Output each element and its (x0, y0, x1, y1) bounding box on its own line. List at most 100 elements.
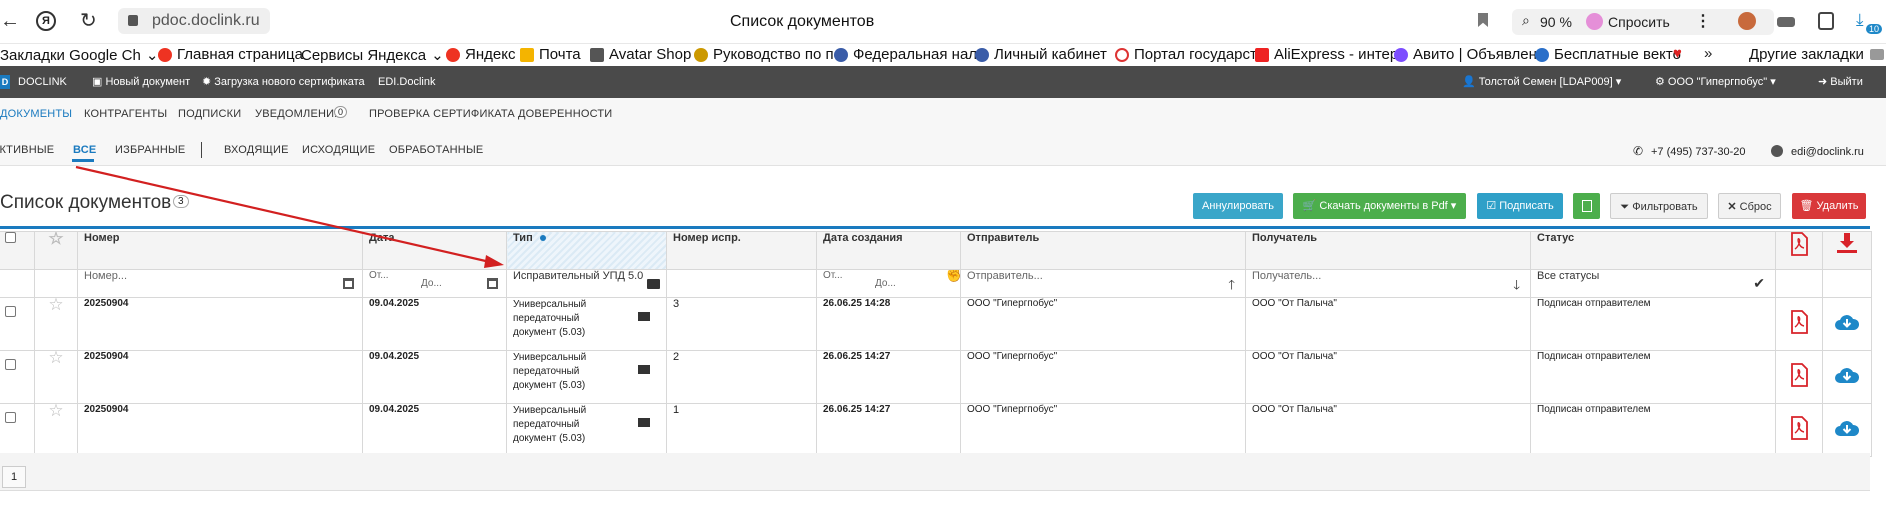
export-excel-button[interactable] (1573, 193, 1600, 219)
extension-icon[interactable] (1738, 12, 1756, 30)
app-logo[interactable]: DOCLINK (18, 66, 67, 98)
extension-icon[interactable] (1818, 12, 1834, 30)
table-row[interactable]: ☆ 20250904 09.04.2025 Универсальный перед… (0, 297, 1872, 351)
select-all-checkbox[interactable] (5, 232, 16, 243)
tab-notifications[interactable]: УВЕДОМЛЕНИЯ (255, 108, 342, 120)
download-all-icon[interactable] (1836, 232, 1858, 254)
table-row[interactable]: ☆ 20250904 09.04.2025 Универсальный перед… (0, 403, 1872, 457)
bookmark-item[interactable]: Яндекс (446, 46, 515, 63)
reset-button[interactable]: ✕ Сброс (1718, 193, 1781, 219)
star-icon[interactable]: ☆ (48, 352, 63, 368)
sender-filter[interactable]: Отправитель... 🡑 (960, 269, 1246, 298)
arrow-down-icon[interactable]: 🡓 (1513, 276, 1520, 297)
new-document-link[interactable]: ▣ Новый документ (92, 66, 190, 98)
header-created-date[interactable]: Дата создания (816, 231, 961, 270)
header-type[interactable]: Тип (506, 231, 667, 270)
filter-button[interactable]: ⏷ Фильтровать (1610, 193, 1708, 219)
bookmark-item[interactable]: Avatar Shop (590, 46, 691, 63)
calendar-icon[interactable] (343, 278, 354, 289)
bookmark-item[interactable]: Руководство по п (694, 46, 834, 63)
header-date[interactable]: Дата (362, 231, 507, 270)
address-bar[interactable]: pdoc.doclink.ru (118, 8, 270, 34)
subtab-active[interactable]: АКТИВНЫЕ (0, 144, 54, 156)
tab-powers-of-attorney[interactable]: ДОВЕРЕННОСТИ (518, 108, 612, 120)
cloud-download-icon[interactable] (1834, 312, 1860, 332)
header-sender[interactable]: Отправитель (960, 231, 1246, 270)
bookmark-item[interactable]: AliExpress - интер (1255, 46, 1398, 63)
row-checkbox[interactable] (5, 306, 16, 317)
bookmark-item[interactable]: Почта (520, 46, 581, 63)
row-checkbox[interactable] (5, 412, 16, 423)
user-menu[interactable]: 👤 Толстой Семен [LDAP009] ▾ (1462, 66, 1621, 98)
type-filter[interactable]: Исправительный УПД 5.0 (506, 269, 667, 298)
arrow-up-icon[interactable]: 🡑 (1228, 276, 1235, 297)
tab-subscriptions[interactable]: ПОДПИСКИ (178, 108, 241, 120)
bookmark-item[interactable]: Бесплатные векто (1535, 46, 1681, 63)
subtab-all[interactable]: ВСЕ (73, 144, 96, 156)
folder-icon[interactable] (647, 279, 660, 289)
org-menu[interactable]: ⚙ ООО "Гипергпобус" ▾ (1655, 66, 1776, 98)
page-button[interactable]: 1 (2, 466, 26, 488)
cloud-download-icon[interactable] (1834, 418, 1860, 438)
upload-cert-link[interactable]: ✹ Загрузка нового сертификата (202, 66, 365, 98)
header-number[interactable]: Номер (77, 231, 363, 270)
cloud-download-icon[interactable] (1834, 365, 1860, 385)
annul-button[interactable]: Аннулировать (1193, 193, 1283, 219)
bookmark-item[interactable]: Закладки Google Ch ⌄ (0, 46, 158, 65)
bookmark-item[interactable]: Главная страница (158, 46, 303, 63)
delete-button[interactable]: 🗑 Удалить (1792, 193, 1866, 219)
bookmark-item[interactable]: Федеральная нал (834, 46, 977, 63)
support-email[interactable]: edi@doclink.ru (1791, 146, 1864, 158)
star-icon[interactable]: ☆ (48, 233, 63, 249)
calendar-icon[interactable] (487, 278, 498, 289)
more-bookmarks-icon[interactable]: » (1704, 45, 1712, 62)
table-row[interactable]: ☆ 20250904 09.04.2025 Универсальный перед… (0, 350, 1872, 404)
row-checkbox[interactable] (5, 359, 16, 370)
ask-button[interactable]: Спросить (1608, 14, 1670, 30)
bookmark-icon[interactable] (1478, 13, 1488, 27)
tab-cert-check[interactable]: ПРОВЕРКА СЕРТИФИКАТА (369, 108, 515, 120)
back-icon[interactable]: ← (0, 10, 20, 33)
receiver-filter[interactable]: Получатель... 🡓 (1245, 269, 1531, 298)
pdf-icon[interactable] (1789, 232, 1809, 256)
yandex-browser-icon[interactable]: Я (36, 11, 56, 31)
tab-documents[interactable]: ДОКУМЕНТЫ (0, 108, 72, 120)
folder-icon[interactable] (638, 418, 650, 427)
reload-icon[interactable]: ↻ (80, 8, 97, 33)
more-icon[interactable]: ⋮ (1695, 11, 1711, 31)
correction-filter[interactable] (666, 269, 817, 298)
date-filter[interactable]: От... До... (362, 269, 507, 298)
pdf-icon[interactable] (1789, 310, 1809, 334)
subtab-processed[interactable]: ОБРАБОТАННЫЕ (389, 144, 483, 156)
bookmark-item[interactable]: Личный кабинет (975, 46, 1107, 63)
bookmark-item[interactable]: Портал государст (1115, 46, 1257, 63)
header-correction-number[interactable]: Номер испр. (666, 231, 817, 270)
download-pdf-button[interactable]: 🛒 Скачать документы в Pdf ▾ (1293, 193, 1466, 219)
downloads-icon[interactable]: ⤓ (1856, 10, 1864, 30)
tab-counterparties[interactable]: КОНТРАГЕНТЫ (84, 108, 167, 120)
edi-link[interactable]: EDI.Doclink (378, 66, 435, 98)
star-icon[interactable]: ☆ (48, 299, 63, 315)
pdf-icon[interactable] (1789, 416, 1809, 440)
created-date-filter[interactable]: От...До...☝ (816, 269, 961, 298)
logout-link[interactable]: ➜ Выйти (1818, 66, 1863, 98)
folder-icon[interactable] (638, 312, 650, 321)
number-filter[interactable]: Номер... (77, 269, 363, 298)
pdf-icon[interactable] (1789, 363, 1809, 387)
bookmark-item[interactable]: Сервисы Яндекса ⌄ (301, 46, 444, 65)
bookmark-item[interactable]: Авито | Объявлен (1394, 46, 1537, 63)
star-icon[interactable]: ☆ (48, 405, 63, 421)
checkmark-icon[interactable]: ✔ (1753, 275, 1765, 292)
status-filter[interactable]: Все статусы ✔ (1530, 269, 1776, 298)
zoom-control[interactable]: ⌕ 90 % Спросить ⋮ (1512, 9, 1774, 35)
header-status[interactable]: Статус (1530, 231, 1776, 270)
subtab-outgoing[interactable]: ИСХОДЯЩИЕ (302, 144, 375, 156)
subtab-incoming[interactable]: ВХОДЯЩИЕ (224, 144, 289, 156)
sign-button[interactable]: ☑ Подписать (1477, 193, 1563, 219)
heart-icon[interactable]: ♥ (1673, 45, 1682, 62)
header-receiver[interactable]: Получатель (1245, 231, 1531, 270)
subtab-favorites[interactable]: ИЗБРАННЫЕ (115, 144, 185, 156)
folder-icon[interactable] (638, 365, 650, 374)
extension-icon[interactable] (1777, 17, 1795, 27)
bookmark-item[interactable]: Другие закладки (1749, 46, 1864, 63)
